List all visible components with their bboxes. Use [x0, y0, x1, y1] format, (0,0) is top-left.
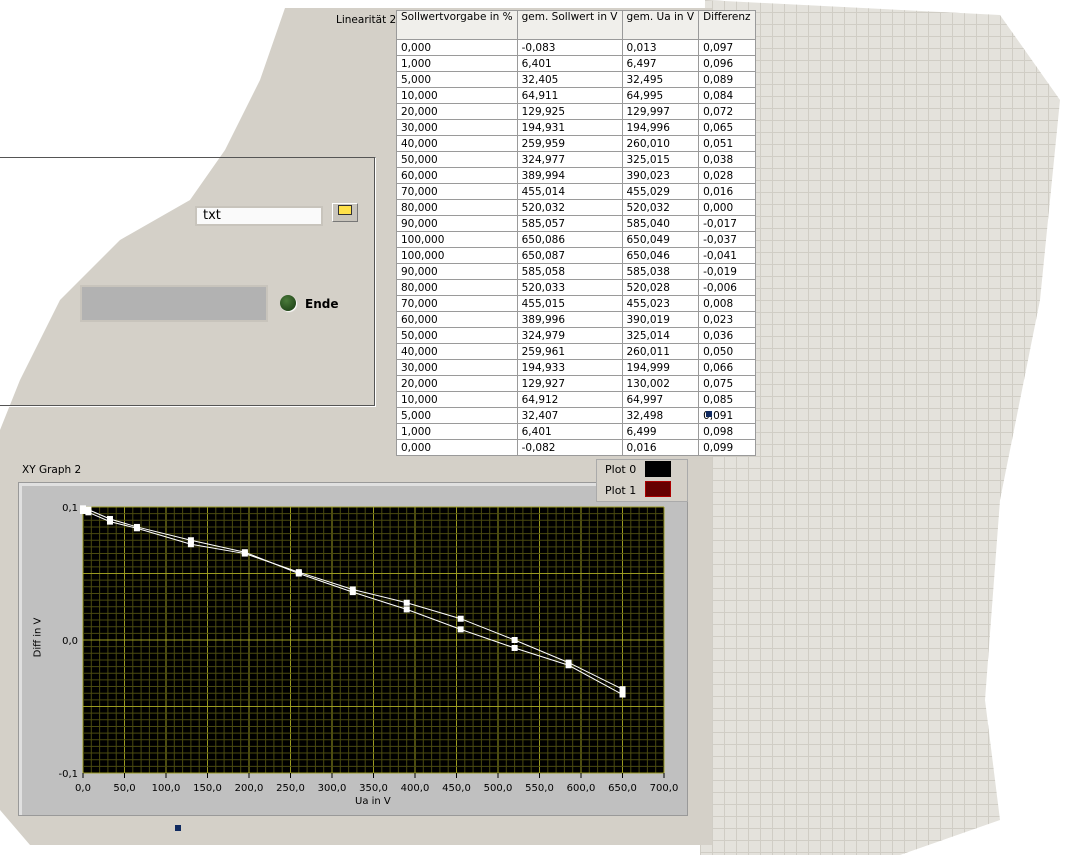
x-tick-label: 100,0 — [152, 783, 181, 794]
x-tick-label: 350,0 — [359, 783, 388, 794]
table-cell[interactable]: 0,008 — [698, 295, 756, 312]
x-tick-label: 550,0 — [525, 783, 554, 794]
table-cell[interactable]: -0,019 — [698, 263, 756, 280]
data-point — [106, 515, 113, 522]
x-tick-label: 150,0 — [193, 783, 222, 794]
table-cell[interactable]: -0,006 — [698, 279, 756, 296]
table-cell[interactable]: 0,050 — [698, 343, 756, 360]
table-cell[interactable]: 0,096 — [698, 55, 756, 72]
table-cell[interactable]: 0,072 — [698, 103, 756, 120]
data-point — [511, 637, 518, 643]
table-cell[interactable]: -0,017 — [698, 215, 756, 232]
table-cell[interactable]: 0,099 — [698, 439, 756, 456]
table-cell[interactable]: -0,037 — [698, 231, 756, 248]
table-cell[interactable]: 0,066 — [698, 359, 756, 376]
table-cell[interactable]: 0,085 — [698, 391, 756, 408]
x-tick-label: 450,0 — [442, 783, 471, 794]
data-point — [80, 505, 87, 512]
x-tick-label: 250,0 — [276, 783, 305, 794]
data-point — [133, 523, 140, 530]
table-cell[interactable]: 0,016 — [698, 183, 756, 200]
data-point — [457, 626, 464, 633]
data-point — [295, 570, 302, 577]
x-tick-label: 50,0 — [113, 783, 135, 794]
y-axis-label: Diff in V — [32, 617, 44, 658]
data-point — [403, 599, 410, 606]
x-tick-label: 500,0 — [484, 783, 513, 794]
table-cell[interactable]: 0,000 — [698, 199, 756, 216]
data-point — [565, 662, 572, 669]
table-cell[interactable]: 0,051 — [698, 135, 756, 152]
table-cell[interactable]: 0,097 — [698, 39, 756, 56]
data-point — [457, 615, 464, 622]
table-cell[interactable]: 0,075 — [698, 375, 756, 392]
x-tick-label: 0,0 — [75, 783, 91, 794]
x-tick-label: 650,0 — [608, 783, 637, 794]
data-point — [241, 549, 248, 556]
table-cell[interactable]: 0,084 — [698, 87, 756, 104]
x-axis-label: Ua in V — [355, 796, 391, 807]
data-point — [619, 686, 626, 693]
y-tick-label: -0,1 — [58, 769, 78, 780]
y-tick-label: 0,1 — [62, 503, 78, 514]
table-cell[interactable]: 0,089 — [698, 71, 756, 88]
resize-handle[interactable] — [706, 411, 712, 417]
data-point — [511, 644, 518, 651]
table-cell[interactable]: 0,023 — [698, 311, 756, 328]
resize-handle[interactable] — [175, 825, 181, 831]
x-tick-label: 200,0 — [235, 783, 264, 794]
y-tick-label: 0,0 — [62, 636, 78, 647]
column-header: Differenz — [698, 10, 756, 40]
xy-graph[interactable]: 0,0 50,0 100,0 150,0 200,0 250,0 300,0 350,0 400… — [0, 0, 700, 830]
table-cell[interactable]: 0,036 — [698, 327, 756, 344]
x-tick-label: 600,0 — [567, 783, 596, 794]
table-cell[interactable]: -0,041 — [698, 247, 756, 264]
table-cell[interactable]: 0,038 — [698, 151, 756, 168]
data-point — [349, 589, 356, 596]
data-point — [187, 537, 194, 544]
data-point — [85, 506, 92, 513]
x-tick-label: 700,0 — [650, 783, 679, 794]
data-point — [403, 606, 410, 613]
table-cell[interactable]: 0,098 — [698, 423, 756, 440]
table-cell[interactable]: 0,065 — [698, 119, 756, 136]
x-tick-label: 400,0 — [401, 783, 430, 794]
table-cell[interactable]: 0,028 — [698, 167, 756, 184]
data-point — [619, 691, 626, 698]
x-tick-label: 300,0 — [318, 783, 347, 794]
